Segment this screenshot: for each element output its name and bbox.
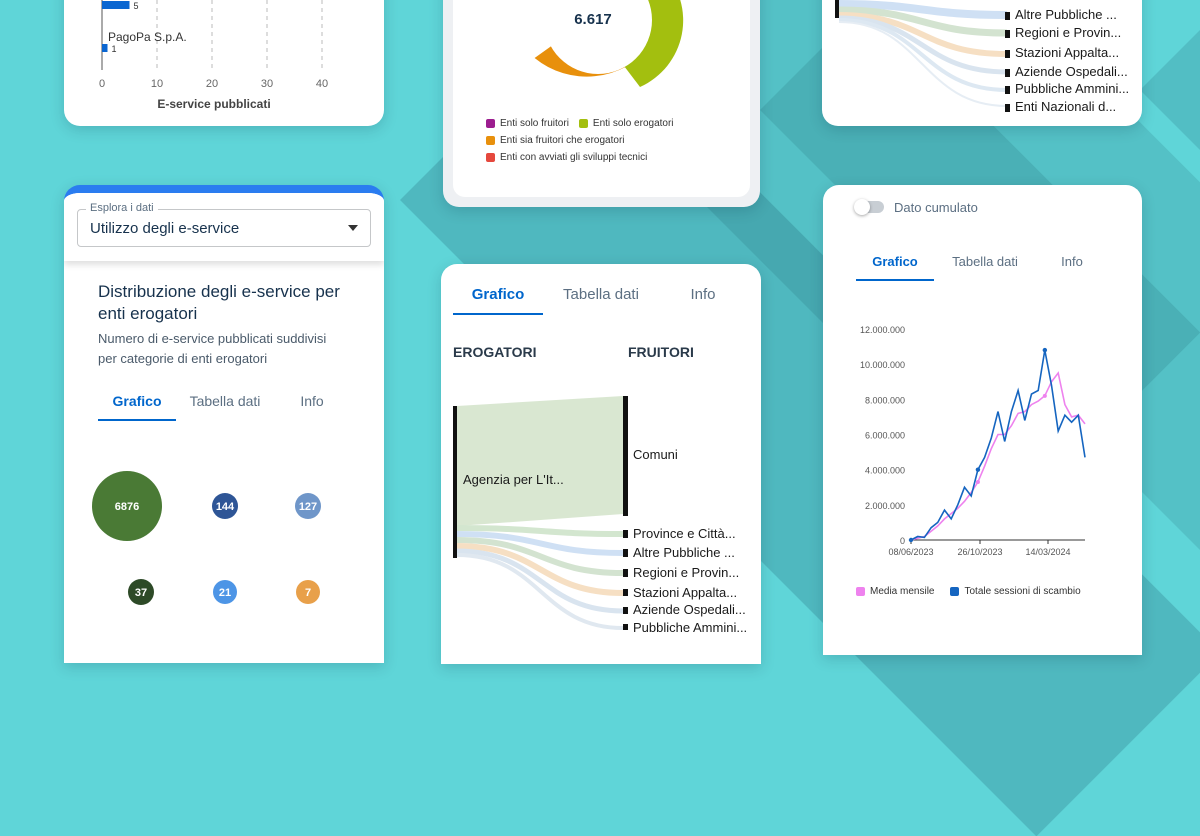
tab-grafico[interactable]: Grafico — [98, 393, 176, 421]
bar-value-label: 5 — [134, 1, 139, 11]
data-point — [1042, 393, 1047, 398]
sankey-target-label: Pubbliche Ammini... — [1005, 81, 1129, 96]
bubble-value: 6876 — [115, 501, 139, 513]
legend-item: Totale sessioni di scambio — [950, 586, 1081, 597]
sankey-target-label: Province e Città... — [633, 526, 736, 541]
bar-chart-card: 0 10 20 30 40 5 1 PagoPa S.p.A. E-service pubbli… — [64, 0, 384, 126]
chart-title: Distribuzione degli e-service per enti e… — [98, 282, 340, 323]
sankey-top-card: Altre Pubbliche ... Regioni e Provin... St… — [822, 0, 1142, 126]
legend-swatch — [578, 119, 588, 128]
bubble-value: 7 — [305, 587, 311, 599]
y-tick-label: 8.000.000 — [865, 395, 905, 405]
toggle-knob — [854, 199, 870, 215]
tab-grafico[interactable]: Grafico — [856, 254, 934, 281]
select-label: Esplora i dati — [86, 202, 158, 214]
sankey-node-marker — [1005, 49, 1010, 58]
line-tabs: Grafico Tabella dati Info — [856, 254, 1108, 281]
data-point — [908, 537, 914, 543]
legend-item: Enti con avviati gli sviluppi tecnici — [486, 152, 674, 163]
bubble-value: 144 — [216, 501, 235, 513]
legend-swatch — [950, 587, 960, 596]
x-tick-label: 20 — [206, 78, 218, 90]
y-tick-label: 10.000.000 — [860, 360, 905, 370]
sankey-target-label: Comuni — [633, 447, 678, 462]
legend-swatch — [486, 119, 495, 128]
x-tick-label: 26/10/2023 — [957, 547, 1002, 557]
legend-item: Enti solo erogatori — [578, 118, 674, 129]
x-axis-title: E-service pubblicati — [157, 97, 270, 111]
donut-legend: Enti solo fruitori Enti solo erogatori E… — [486, 118, 674, 169]
legend-item: Enti solo fruitori — [486, 118, 569, 129]
x-tick-label: 10 — [151, 78, 163, 90]
bar — [102, 1, 130, 9]
legend-swatch — [486, 136, 495, 145]
donut-inner-panel: 6.617 Enti solo fruitori Enti solo eroga… — [453, 0, 750, 197]
x-tick-label: 40 — [316, 78, 328, 90]
data-point — [975, 479, 980, 484]
line-chart: 0 2.000.000 4.000.000 6.000.000 8.000.000 10.… — [860, 325, 1086, 557]
data-point — [975, 467, 981, 472]
tab-tabella-dati[interactable]: Tabella dati — [176, 393, 274, 421]
bar — [102, 44, 108, 52]
bubble-value: 21 — [219, 587, 231, 599]
bubble-value: 37 — [135, 587, 147, 599]
sankey-node-marker — [1005, 103, 1010, 112]
sankey-node-marker — [1005, 11, 1010, 20]
y-tick-label: 12.000.000 — [860, 325, 905, 335]
x-tick-label: 30 — [261, 78, 273, 90]
line-legend: Media mensile Totale sessioni di scambio — [856, 586, 1081, 597]
explore-select[interactable]: Esplora i dati Utilizzo degli e-service — [77, 202, 371, 247]
chevron-down-icon[interactable] — [348, 225, 358, 231]
sankey-source-label: Agenzia per L'It... — [463, 472, 564, 487]
sankey-target-label: Altre Pubbliche ... — [1005, 7, 1117, 22]
sankey-target-node — [623, 396, 628, 516]
bar-value-label: 1 — [112, 44, 117, 54]
x-tick-label: 08/06/2023 — [888, 547, 933, 557]
sankey-target-label: Aziende Ospedali... — [1005, 64, 1128, 79]
sankey-target-label: Enti Nazionali d... — [1005, 99, 1116, 114]
y-tick-label: 0 — [900, 536, 905, 546]
bar-chart: 0 10 20 30 40 5 1PagoPa S.p.A. E-service pubbli… — [99, 0, 328, 111]
legend-swatch — [856, 587, 865, 596]
y-tick-label: 4.000.000 — [865, 466, 905, 476]
sankey-node-marker — [1005, 85, 1010, 94]
donut-chart: 6.617 — [534, 0, 684, 87]
donut-chart-card: 6.617 Enti solo fruitori Enti solo eroga… — [443, 0, 760, 207]
sankey-card: Grafico Tabella dati Info EROGATORI FRUI… — [441, 264, 761, 664]
tab-info[interactable]: Info — [274, 393, 350, 421]
explore-tabs: Grafico Tabella dati Info — [98, 393, 350, 421]
sankey-node-marker — [1005, 29, 1010, 38]
series-line-media — [910, 371, 1086, 541]
sankey-target-label: Stazioni Appalta... — [1005, 45, 1119, 60]
donut-center-value: 6.617 — [574, 11, 612, 28]
x-tick-label: 0 — [99, 78, 105, 90]
tab-info[interactable]: Info — [1036, 254, 1108, 281]
line-chart-card: Dato cumulato Grafico Tabella dati Info … — [823, 185, 1142, 655]
sankey-target-label: Stazioni Appalta... — [633, 585, 738, 600]
chart-subtitle: Numero di e-service pubblicati suddivisi… — [98, 331, 327, 366]
sankey-target-label: Regioni e Provin... — [633, 565, 740, 580]
y-tick-label: 6.000.000 — [865, 431, 905, 441]
legend-item: Media mensile — [856, 586, 934, 597]
sankey-target-label: Aziende Ospedali... — [633, 602, 746, 617]
sankey-target-label: Pubbliche Ammini... — [633, 620, 748, 635]
toggle-label: Dato cumulato — [894, 200, 978, 215]
legend-swatch — [486, 153, 495, 162]
y-tick-label: 2.000.000 — [865, 501, 905, 511]
cumulative-toggle[interactable] — [854, 199, 884, 215]
bar-category-label: PagoPa S.p.A. — [108, 30, 187, 44]
tab-tabella-dati[interactable]: Tabella dati — [934, 254, 1036, 281]
data-point — [1042, 347, 1048, 353]
legend-item: Enti sia fruitori che erogatori — [486, 135, 674, 146]
sankey-node-marker — [1005, 68, 1010, 77]
bubble-value: 127 — [299, 501, 317, 513]
sankey-target-label: Regioni e Provin... — [1005, 25, 1121, 40]
sankey-source-node — [453, 406, 457, 558]
select-value: Utilizzo degli e-service — [90, 220, 240, 237]
bubble-chart: 6876 144 127 37 21 7 — [92, 471, 321, 605]
sankey-target-label: Altre Pubbliche ... — [633, 545, 735, 560]
explore-data-card: Esplora i dati Utilizzo degli e-service … — [64, 185, 384, 663]
x-tick-label: 14/03/2024 — [1025, 547, 1070, 557]
